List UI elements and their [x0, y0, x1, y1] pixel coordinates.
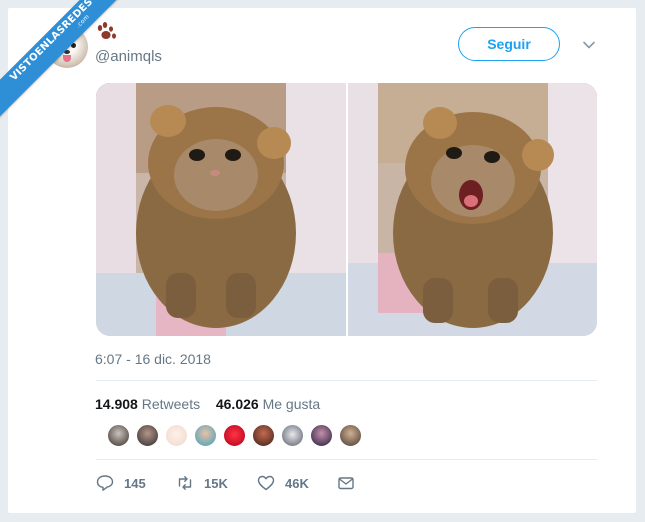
mail-icon — [338, 477, 354, 490]
follow-button[interactable]: Seguir — [458, 27, 560, 61]
tweet-timestamp[interactable]: 6:07 - 16 dic. 2018 — [95, 351, 211, 367]
tweet-media[interactable] — [96, 83, 597, 336]
like-button[interactable]: 46K — [257, 472, 309, 494]
reply-button[interactable]: 145 — [96, 472, 146, 494]
cat-lion-mane-photo-2[interactable] — [348, 83, 597, 336]
watermark-text: VISTOENLASREDES — [8, 0, 96, 84]
liker-avatar[interactable] — [165, 424, 188, 447]
chevron-down-icon[interactable] — [582, 38, 596, 52]
liker-avatar[interactable] — [107, 424, 130, 447]
reply-count: 145 — [124, 475, 146, 491]
direct-message-button[interactable] — [337, 472, 365, 494]
divider — [96, 459, 597, 460]
retweet-button[interactable]: 15K — [176, 472, 228, 494]
tweet-stats: 14.908 Retweets 46.026 Me gusta — [95, 396, 320, 412]
reply-icon — [96, 475, 114, 491]
like-count: 46K — [285, 475, 309, 491]
liker-avatar[interactable] — [281, 424, 304, 447]
liker-avatar[interactable] — [310, 424, 333, 447]
watermark: VISTOENLASREDES .com — [0, 0, 140, 140]
liker-avatar[interactable] — [252, 424, 275, 447]
liker-avatar[interactable] — [194, 424, 217, 447]
retweet-icon — [178, 476, 192, 490]
cat-photo-image — [348, 83, 597, 336]
watermark-ribbon: VISTOENLASREDES .com — [0, 0, 132, 120]
retweets-count[interactable]: 14.908 — [95, 396, 138, 412]
retweets-label[interactable]: Retweets — [142, 396, 200, 412]
liker-avatar[interactable] — [339, 424, 362, 447]
likes-count[interactable]: 46.026 — [216, 396, 259, 412]
retweet-count: 15K — [204, 475, 228, 491]
liker-avatar[interactable] — [223, 424, 246, 447]
likes-label[interactable]: Me gusta — [263, 396, 321, 412]
divider — [96, 380, 597, 381]
liker-avatar[interactable] — [136, 424, 159, 447]
heart-icon — [257, 475, 275, 491]
